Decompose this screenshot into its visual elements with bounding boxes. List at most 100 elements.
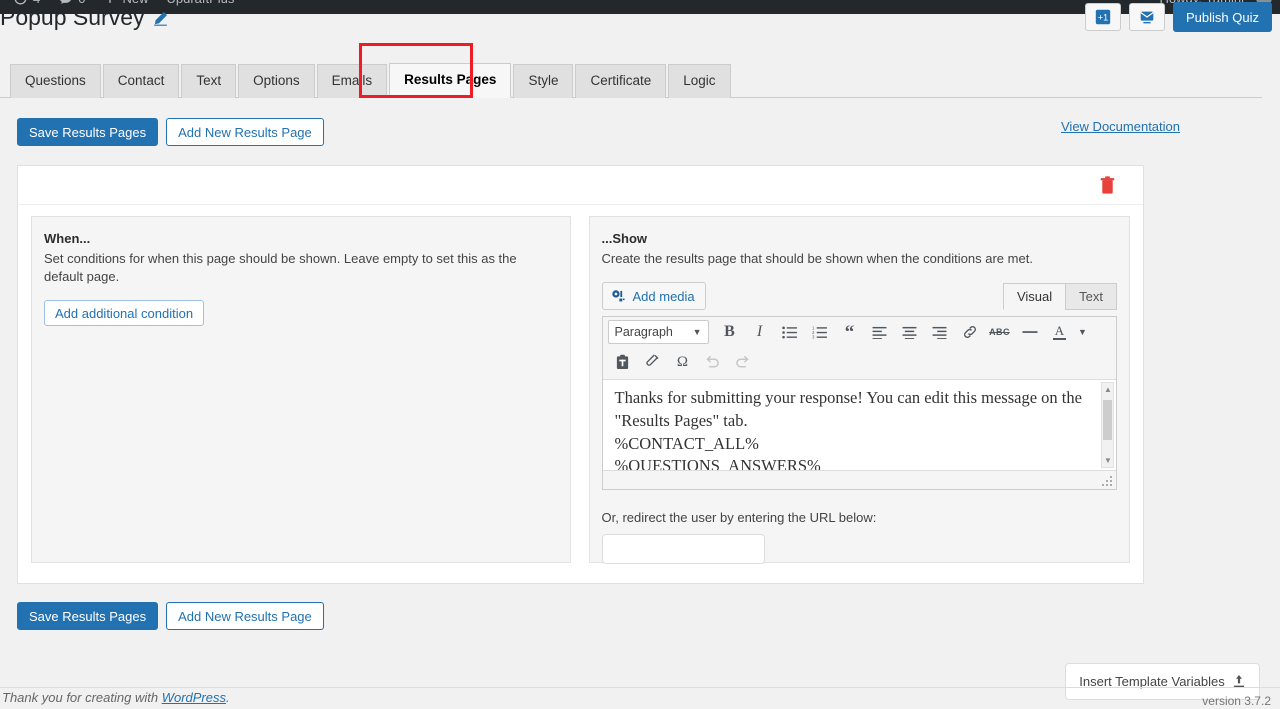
strikethrough-icon[interactable]: ABC bbox=[985, 320, 1015, 344]
clear-formatting-icon[interactable] bbox=[638, 350, 668, 374]
editor-tab-text[interactable]: Text bbox=[1065, 282, 1117, 310]
results-page-card-body: When... Set conditions for when this pag… bbox=[18, 205, 1143, 574]
show-panel-title: ...Show bbox=[601, 231, 648, 246]
editor-tab-label: Text bbox=[1079, 288, 1103, 304]
tab-label: Text bbox=[196, 73, 222, 89]
results-page-card-header bbox=[18, 166, 1143, 205]
header-actions: +1 Publish Quiz bbox=[1085, 2, 1272, 32]
add-media-button[interactable]: Add media bbox=[601, 282, 706, 311]
tab-options[interactable]: Options bbox=[238, 64, 315, 98]
editor-mode-tabs: Visual Text bbox=[1002, 282, 1117, 310]
show-panel: ...Show Create the results page that sho… bbox=[588, 216, 1130, 565]
wp-footer: Thank you for creating with WordPress. bbox=[0, 687, 1280, 709]
when-panel: When... Set conditions for when this pag… bbox=[31, 216, 571, 563]
add-new-results-page-button-bottom[interactable]: Add New Results Page bbox=[166, 602, 324, 630]
tab-contact[interactable]: Contact bbox=[102, 64, 180, 98]
media-icon bbox=[611, 289, 625, 302]
tab-style[interactable]: Style bbox=[513, 64, 574, 98]
scroll-down-icon[interactable]: ▼ bbox=[1104, 455, 1112, 466]
editor-line: %CONTACT_ALL% bbox=[614, 433, 759, 453]
numbered-list-icon[interactable]: 123 bbox=[805, 320, 835, 344]
publish-quiz-button[interactable]: Publish Quiz bbox=[1173, 2, 1272, 32]
add-new-results-page-button-top[interactable]: Add New Results Page bbox=[166, 118, 324, 146]
text-color-dropdown-icon[interactable]: ▼ bbox=[1075, 320, 1091, 344]
add-new-results-page-label: Add New Results Page bbox=[178, 124, 312, 140]
editor-line: Thanks for submitting your response! You… bbox=[614, 388, 1082, 408]
paste-as-text-icon[interactable] bbox=[608, 350, 638, 374]
tab-label: Certificate bbox=[590, 73, 652, 89]
when-panel-description: Set conditions for when this page should… bbox=[44, 251, 517, 285]
editor-content-area[interactable]: Thanks for submitting your response! You… bbox=[602, 380, 1116, 471]
editor-line: %QUESTIONS_ANSWERS% bbox=[614, 456, 821, 471]
special-character-icon[interactable]: Ω bbox=[668, 350, 698, 374]
save-results-pages-label: Save Results Pages bbox=[29, 608, 147, 624]
publish-quiz-label: Publish Quiz bbox=[1186, 9, 1259, 25]
tab-label: Options bbox=[253, 73, 300, 89]
save-results-pages-button-top[interactable]: Save Results Pages bbox=[17, 118, 159, 146]
save-results-pages-label: Save Results Pages bbox=[29, 124, 147, 140]
tab-text[interactable]: Text bbox=[181, 64, 237, 98]
tab-label: Style bbox=[528, 73, 559, 89]
bullet-list-icon[interactable] bbox=[775, 320, 805, 344]
text-color-icon[interactable]: A bbox=[1045, 320, 1075, 344]
redirect-url-input[interactable] bbox=[601, 534, 765, 565]
when-panel-title: When... bbox=[44, 231, 91, 246]
editor-top-row: Add media Visual Text bbox=[601, 282, 1117, 311]
email-preview-icon bbox=[1140, 11, 1154, 24]
editor-tab-label: Visual bbox=[1016, 288, 1053, 304]
tab-logic[interactable]: Logic bbox=[668, 64, 731, 98]
format-select-value: Paragraph bbox=[614, 325, 673, 340]
save-results-pages-button-bottom[interactable]: Save Results Pages bbox=[17, 602, 159, 630]
redirect-url-label: Or, redirect the user by entering the UR… bbox=[601, 510, 877, 526]
wordpress-link[interactable]: WordPress bbox=[162, 690, 226, 705]
top-action-bar: Save Results Pages Add New Results Page bbox=[17, 118, 324, 146]
editor-toolbar-row-1: Paragraph ▼ B I 123 “ ABC A ▼ bbox=[602, 317, 1116, 348]
tab-label: Contact bbox=[117, 73, 165, 89]
add-media-label: Add media bbox=[632, 288, 695, 304]
italic-icon[interactable]: I bbox=[745, 320, 775, 344]
settings-tabs: Questions Contact Text Options Emails Re… bbox=[0, 57, 1262, 98]
show-panel-description: Create the results page that should be s… bbox=[601, 251, 1033, 266]
svg-text:+1: +1 bbox=[1098, 13, 1108, 23]
format-select[interactable]: Paragraph ▼ bbox=[607, 320, 709, 345]
email-preview-button[interactable] bbox=[1129, 3, 1166, 31]
scroll-up-icon[interactable]: ▲ bbox=[1104, 384, 1112, 395]
editor-toolbar-row-2: Ω bbox=[602, 347, 1116, 381]
insert-link-icon[interactable] bbox=[955, 320, 985, 344]
pencil-icon[interactable] bbox=[152, 10, 169, 27]
align-right-icon[interactable] bbox=[925, 320, 955, 344]
tab-emails[interactable]: Emails bbox=[316, 64, 388, 98]
align-left-icon[interactable] bbox=[865, 320, 895, 344]
add-additional-condition-button[interactable]: Add additional condition bbox=[44, 300, 205, 327]
tab-label: Results Pages bbox=[404, 72, 497, 88]
add-new-results-page-label: Add New Results Page bbox=[178, 608, 312, 624]
editor-tab-visual[interactable]: Visual bbox=[1002, 282, 1067, 310]
scrollbar-thumb[interactable] bbox=[1103, 400, 1112, 441]
rich-text-editor: Paragraph ▼ B I 123 “ ABC A ▼ Ω Thanks f… bbox=[601, 316, 1117, 491]
chevron-down-icon: ▼ bbox=[692, 327, 702, 338]
add-to-page-button[interactable]: +1 bbox=[1085, 3, 1122, 31]
undo-icon[interactable] bbox=[698, 350, 728, 374]
footer-text-after: . bbox=[226, 690, 230, 705]
results-page-card: When... Set conditions for when this pag… bbox=[17, 165, 1144, 584]
horizontal-rule-icon[interactable] bbox=[1015, 320, 1045, 344]
tab-certificate[interactable]: Certificate bbox=[575, 64, 667, 98]
page-title-row: Popup Survey bbox=[0, 2, 700, 34]
trash-icon[interactable] bbox=[1098, 175, 1117, 196]
tab-label: Emails bbox=[331, 73, 373, 89]
add-condition-label: Add additional condition bbox=[55, 305, 194, 321]
tab-label: Logic bbox=[683, 73, 716, 89]
tab-questions[interactable]: Questions bbox=[10, 64, 101, 98]
tab-results-pages[interactable]: Results Pages bbox=[389, 63, 512, 98]
redo-icon[interactable] bbox=[728, 350, 758, 374]
align-center-icon[interactable] bbox=[895, 320, 925, 344]
bottom-action-bar: Save Results Pages Add New Results Page bbox=[17, 602, 324, 630]
tab-label: Questions bbox=[25, 73, 86, 89]
view-documentation-link[interactable]: View Documentation bbox=[1061, 119, 1180, 134]
bold-icon[interactable]: B bbox=[715, 320, 745, 344]
editor-scrollbar[interactable]: ▲ ▼ bbox=[1101, 382, 1114, 469]
footer-text-before: Thank you for creating with bbox=[2, 690, 162, 705]
blockquote-icon[interactable]: “ bbox=[835, 320, 865, 344]
add-to-page-icon: +1 bbox=[1095, 9, 1111, 25]
resize-handle-icon[interactable] bbox=[1102, 476, 1113, 487]
